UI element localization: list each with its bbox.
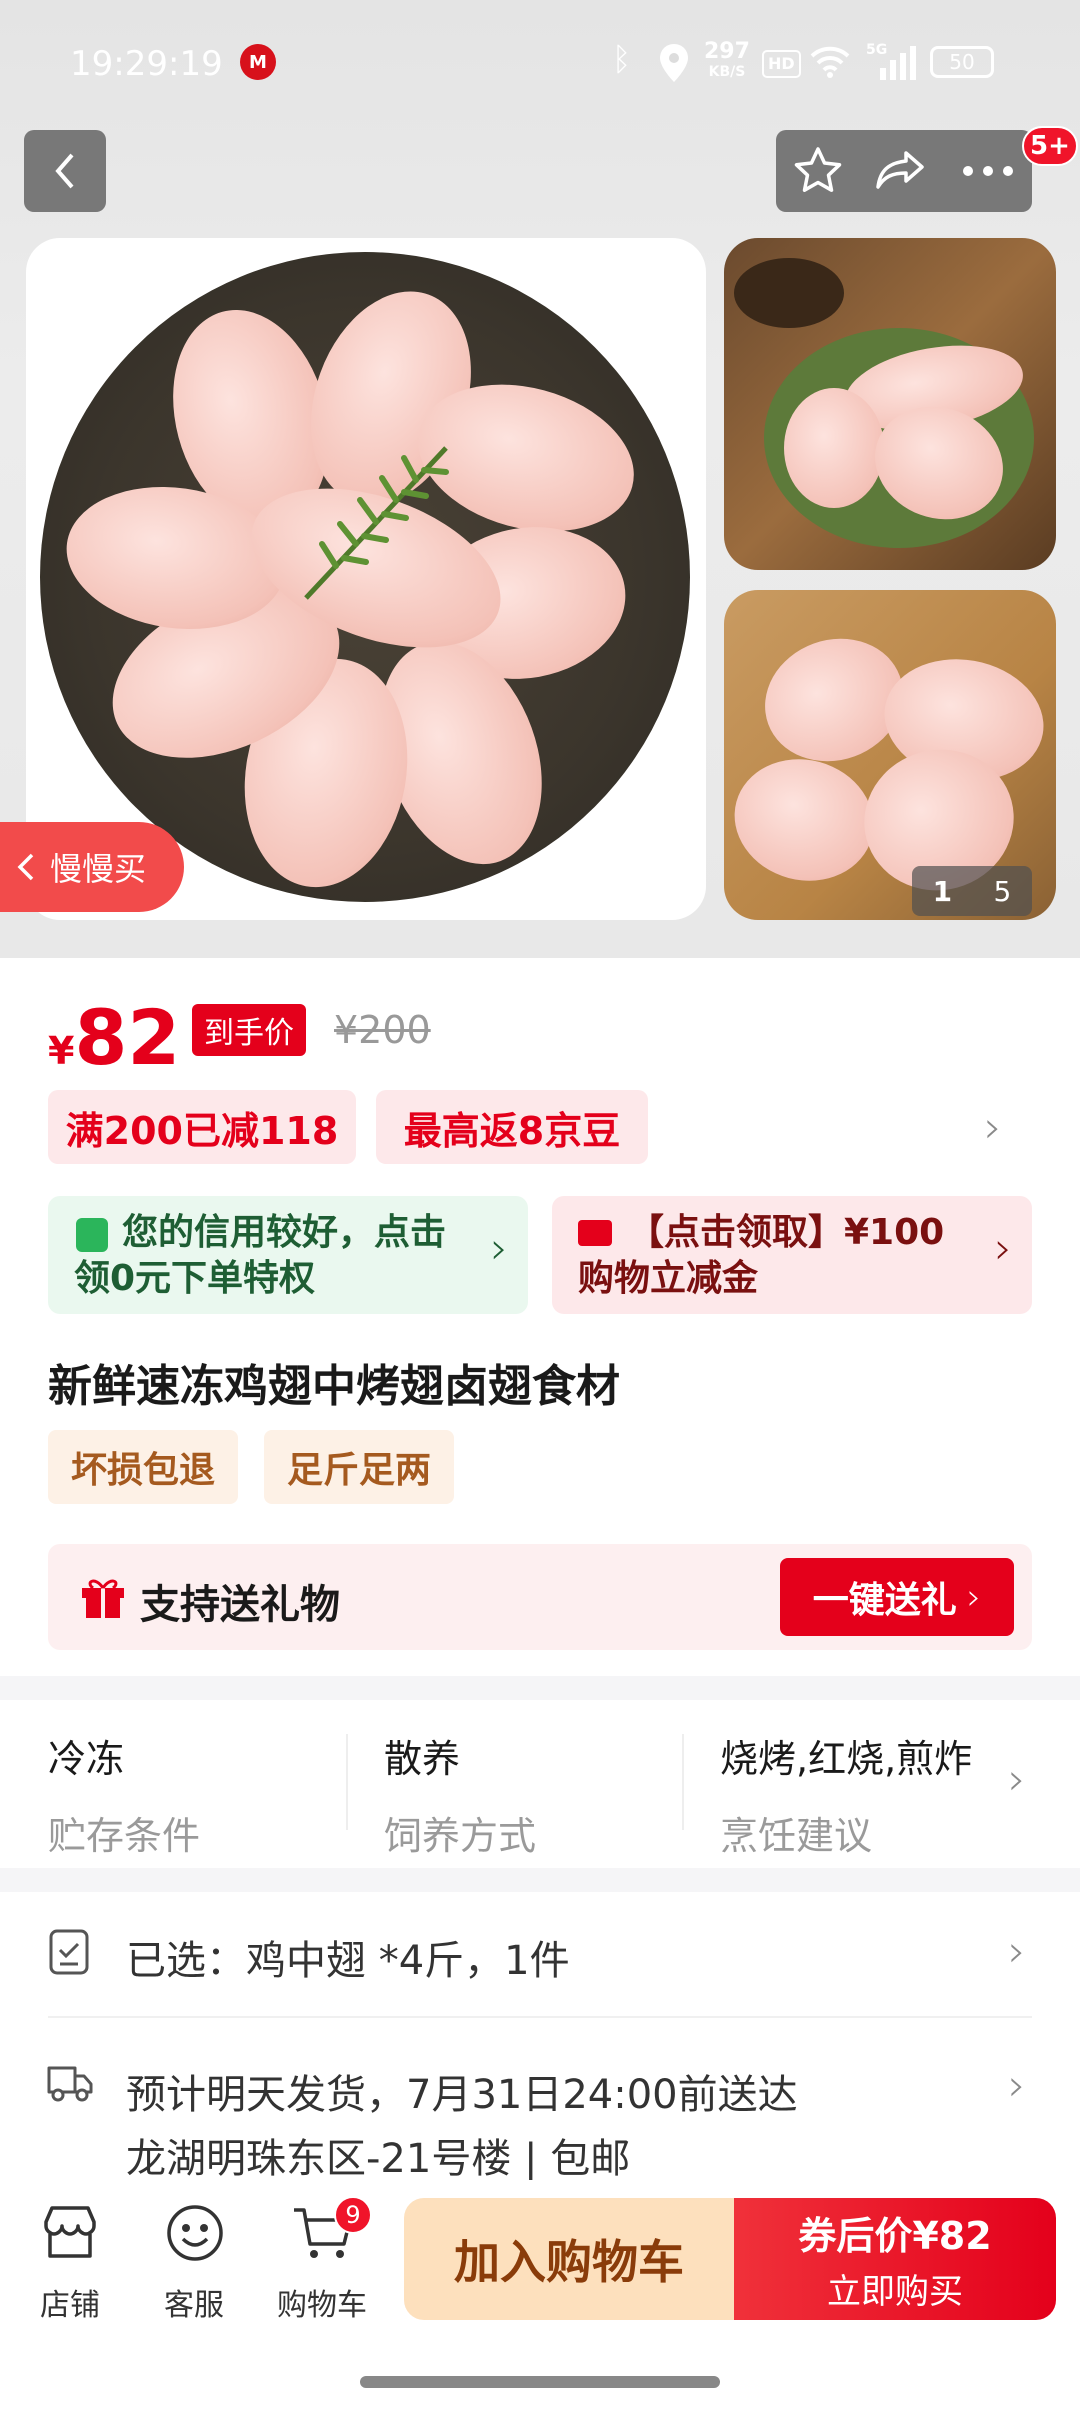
- app-notification-icon: M: [240, 44, 276, 80]
- gift-icon: [82, 1579, 124, 1618]
- selection-row[interactable]: 已选：鸡中翅 *4斤，1件 ›: [0, 1892, 1080, 2016]
- price-currency: ¥: [48, 1029, 75, 1073]
- send-gift-button[interactable]: 一键送礼 ›: [780, 1558, 1014, 1636]
- shop-button[interactable]: 店铺: [10, 2200, 130, 2340]
- spec-row[interactable]: 冷冻 贮存条件 散养 饲养方式 烧烤,红烧,煎炸 烹饪建议 ›: [0, 1700, 1080, 1870]
- delivery-truck-icon: [47, 2066, 93, 2102]
- chevron-right-icon: ›: [490, 1223, 508, 1274]
- cart-badge: 9: [334, 2196, 372, 2234]
- spec-raising: 散养 饲养方式: [384, 1728, 536, 1860]
- price-amount: 82: [74, 993, 181, 1082]
- discount-chip[interactable]: 满200已减118: [48, 1090, 356, 1164]
- slow-buy-button[interactable]: 慢慢买: [0, 822, 184, 912]
- chevron-right-icon: ›: [994, 1223, 1012, 1274]
- coupon-price: 券后价¥82: [798, 2214, 992, 2258]
- spec-key: 烹饪建议: [720, 1814, 873, 1858]
- shop-label: 店铺: [40, 2288, 100, 2323]
- final-price-badge: 到手价: [192, 1004, 306, 1056]
- action-group: [776, 130, 1032, 212]
- divider: [346, 1734, 348, 1830]
- coupon-text: 【点击领取】¥100购物立减金: [578, 1212, 945, 1299]
- share-icon[interactable]: [876, 145, 928, 197]
- chevron-right-icon: ›: [966, 1576, 982, 1618]
- shopping-bag-icon: [76, 1218, 108, 1252]
- signal-icon: 5G: [866, 42, 916, 80]
- gift-label: 支持送礼物: [140, 1582, 340, 1628]
- status-time: 19:29:19: [70, 44, 223, 84]
- main-product-image[interactable]: [26, 238, 706, 920]
- gift-banner: 支持送礼物 一键送礼 ›: [48, 1544, 1032, 1650]
- thumbnail-image-2[interactable]: 1 5: [724, 590, 1056, 920]
- chicken-wing-image: [784, 388, 884, 508]
- bluetooth-icon: ᛒ: [612, 40, 632, 78]
- rosemary-image: [304, 446, 449, 600]
- favorite-star-icon[interactable]: [792, 145, 844, 197]
- image-pager: 1 5: [912, 866, 1032, 916]
- spec-value: 冷冻: [48, 1737, 125, 1781]
- chevron-right-icon: ›: [1008, 2060, 1026, 2111]
- add-to-cart-button[interactable]: 加入购物车: [404, 2198, 734, 2320]
- slow-buy-label: 慢慢买: [50, 850, 147, 888]
- spec-cooking: 烧烤,红烧,煎炸 烹饪建议: [720, 1728, 972, 1860]
- service-label: 客服: [164, 2288, 224, 2323]
- chicken-wing-image: [724, 743, 888, 897]
- more-icon[interactable]: [960, 161, 1016, 181]
- net-speed-value: 297: [704, 39, 750, 64]
- tag-damage-return[interactable]: 坏损包退: [48, 1430, 238, 1504]
- buy-now-label: 立即购买: [827, 2272, 963, 2312]
- thumbnail-image-1[interactable]: [724, 238, 1056, 570]
- chevron-left-icon: [17, 853, 34, 881]
- section-divider: [0, 1676, 1080, 1700]
- cart-label: 购物车: [277, 2288, 367, 2323]
- cart-count-badge: 5+: [1022, 126, 1078, 166]
- tag-full-weight[interactable]: 足斤足两: [264, 1430, 454, 1504]
- coupon-card[interactable]: 【点击领取】¥100购物立减金 ›: [552, 1196, 1032, 1314]
- spec-storage: 冷冻 贮存条件: [48, 1728, 200, 1860]
- jd-beans-chip[interactable]: 最高返8京豆: [376, 1090, 648, 1164]
- spec-key: 贮存条件: [48, 1814, 201, 1858]
- battery-level: 50: [949, 50, 975, 74]
- section-divider: [0, 1868, 1080, 1892]
- selection-text: 已选：鸡中翅 *4斤，1件: [126, 1938, 570, 1984]
- customer-service-button[interactable]: 客服: [134, 2200, 254, 2340]
- hd-icon: HD: [762, 50, 801, 78]
- send-gift-label: 一键送礼: [812, 1580, 957, 1621]
- product-gallery: 19:29:19 M ᛒ 297 KB/S HD 5G 50 5+ 1 5 慢慢…: [0, 0, 1080, 958]
- chevron-left-icon: [55, 153, 74, 189]
- bottom-action-bar: 店铺 客服 9 购物车 加入购物车 券后价¥82 立即购买: [0, 2180, 1080, 2412]
- spec-key: 饲养方式: [384, 1814, 537, 1858]
- divider: [682, 1734, 684, 1830]
- price-row: ¥ 82: [48, 1000, 180, 1076]
- chevron-right-icon: ›: [1008, 1926, 1026, 1977]
- delivery-estimate: 预计明天发货，7月31日24:00前送达: [126, 2072, 798, 2118]
- pepper-bowl-image: [734, 258, 844, 328]
- promos-chevron-icon[interactable]: ›: [984, 1102, 1002, 1153]
- original-price: ¥200: [334, 1008, 431, 1052]
- pager-total: 5: [993, 874, 1012, 908]
- selected-list-icon: [49, 1929, 89, 1975]
- shop-icon: [44, 2206, 96, 2258]
- buy-now-button[interactable]: 券后价¥82 立即购买: [734, 2198, 1056, 2320]
- chevron-right-icon: ›: [1008, 1754, 1026, 1805]
- spec-value: 散养: [384, 1737, 461, 1781]
- card-icon: [578, 1220, 612, 1246]
- product-title: 新鲜速冻鸡翅中烤翅卤翅食材: [48, 1361, 620, 1412]
- credit-privilege-text: 您的信用较好，点击领0元下单特权: [74, 1212, 447, 1299]
- credit-privilege-card[interactable]: 您的信用较好，点击领0元下单特权 ›: [48, 1196, 528, 1314]
- battery-icon: 50: [930, 46, 994, 78]
- net-speed: 297 KB/S: [704, 39, 750, 82]
- spec-value: 烧烤,红烧,煎炸: [720, 1737, 973, 1781]
- wifi-icon: [810, 44, 850, 78]
- service-face-icon: [167, 2205, 223, 2261]
- home-indicator: [360, 2376, 720, 2388]
- location-icon: [660, 44, 688, 82]
- cart-button[interactable]: 9 购物车: [262, 2196, 382, 2340]
- delivery-address: 龙湖明珠东区-21号楼 | 包邮: [126, 2136, 631, 2182]
- delivery-row[interactable]: 预计明天发货，7月31日24:00前送达 龙湖明珠东区-21号楼 | 包邮 ›: [0, 2018, 1080, 2182]
- pager-current: 1: [932, 874, 953, 908]
- back-button[interactable]: [24, 130, 106, 212]
- net-speed-unit: KB/S: [708, 64, 746, 80]
